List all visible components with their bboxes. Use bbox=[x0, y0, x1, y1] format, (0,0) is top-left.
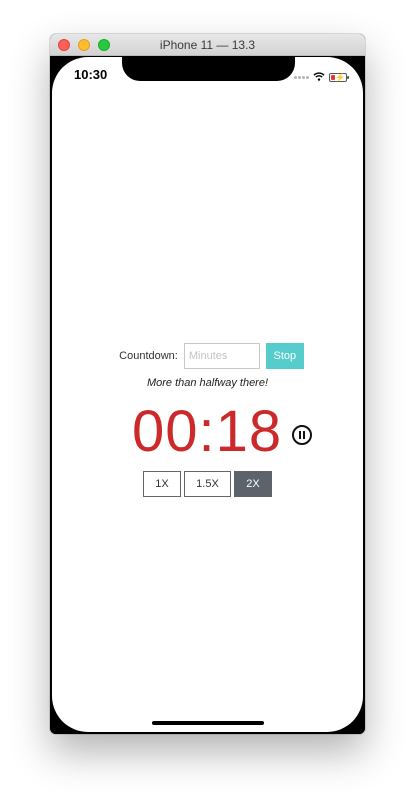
status-bar-icons: ⚡ bbox=[294, 68, 349, 86]
timer-display: 00:18 bbox=[132, 399, 283, 464]
speed-1-5x-button[interactable]: 1.5X bbox=[184, 471, 231, 497]
countdown-label: Countdown: bbox=[119, 350, 178, 362]
minutes-input[interactable] bbox=[183, 343, 260, 369]
signal-dots-icon bbox=[294, 75, 309, 79]
notch bbox=[122, 57, 295, 81]
stop-button[interactable]: Stop bbox=[265, 343, 304, 369]
wifi-icon bbox=[313, 68, 325, 86]
pause-icon[interactable] bbox=[292, 425, 312, 445]
phone-screen: 10:30 ⚡ Countdown: Minutes Stop More tha… bbox=[52, 57, 363, 732]
home-indicator[interactable] bbox=[152, 721, 264, 725]
progress-message: More than halfway there! bbox=[146, 377, 269, 389]
speed-1x-button[interactable]: 1X bbox=[143, 471, 181, 497]
battery-charging-icon: ⚡ bbox=[329, 72, 349, 82]
window-title-bar: iPhone 11 — 13.3 bbox=[50, 34, 365, 56]
phone-frame: 10:30 ⚡ Countdown: Minutes Stop More tha… bbox=[50, 56, 365, 734]
countdown-row: Countdown: Stop bbox=[52, 343, 363, 369]
window-title: iPhone 11 — 13.3 bbox=[159, 38, 256, 52]
status-bar-time: 10:30 bbox=[74, 67, 108, 82]
simulator-window: iPhone 11 — 13.3 10:30 ⚡ Countdown: Minu… bbox=[50, 34, 365, 734]
speed-2x-button[interactable]: 2X bbox=[234, 471, 272, 497]
speed-selector: 1X 1.5X 2X bbox=[52, 471, 363, 497]
timer-row: 00:18 bbox=[52, 399, 363, 465]
